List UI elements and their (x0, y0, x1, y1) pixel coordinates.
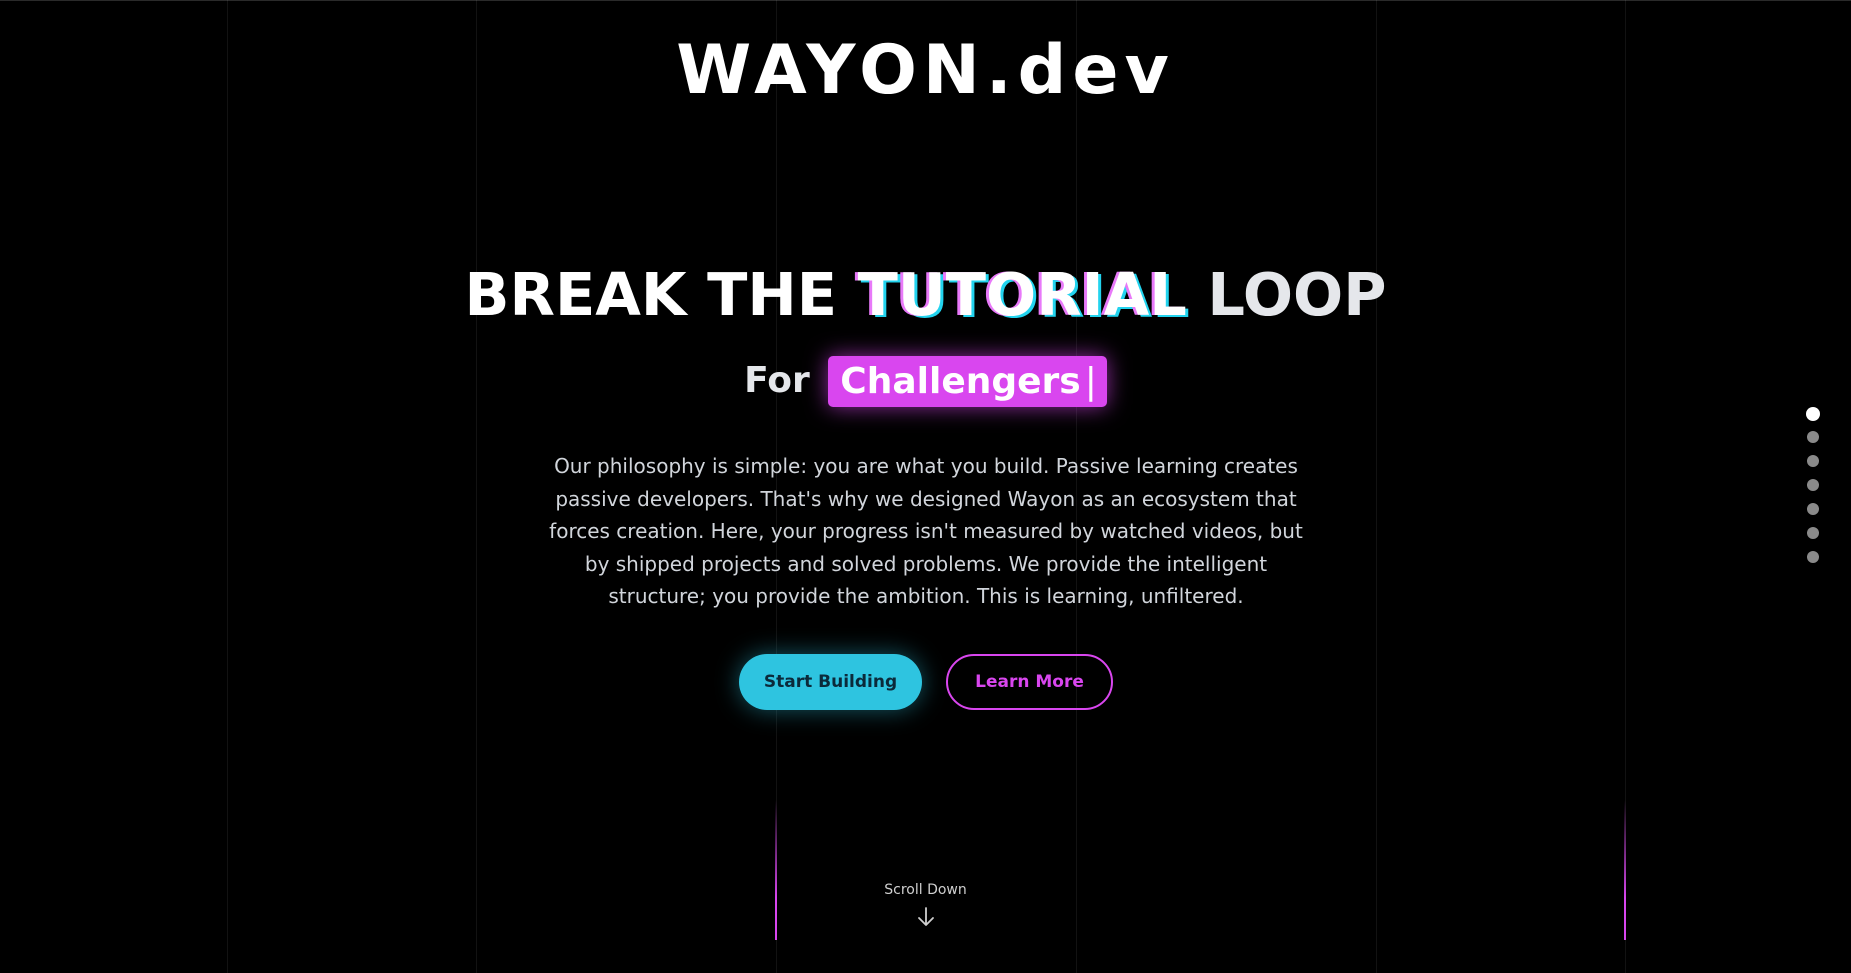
site-logo[interactable]: WAYON.dev (0, 26, 1851, 116)
scroll-down-indicator[interactable]: Scroll Down (0, 880, 1851, 928)
top-border (0, 0, 1851, 1)
section-dot-1[interactable] (1806, 407, 1820, 421)
sub-prefix: For (744, 360, 810, 401)
arrow-down-icon (917, 907, 934, 926)
grid-line (227, 0, 228, 973)
hero-page: WAYON.dev BREAK THE TUTORIAL LOOP For Ch… (0, 0, 1851, 973)
start-building-button[interactable]: Start Building (739, 654, 922, 710)
grid-line (1376, 0, 1377, 973)
typed-highlight-badge: Challengers | (828, 355, 1107, 407)
headline-part-2: LOOP (1207, 260, 1387, 329)
typed-word: Challengers (840, 360, 1081, 402)
section-nav-dots (1806, 407, 1820, 575)
grid-line (476, 0, 477, 973)
learn-more-button[interactable]: Learn More (946, 654, 1113, 710)
hero-headline: BREAK THE TUTORIAL LOOP (0, 258, 1851, 332)
section-dot-7[interactable] (1807, 551, 1819, 563)
section-dot-4[interactable] (1807, 479, 1819, 491)
headline-highlight: TUTORIAL (857, 260, 1187, 329)
hero-subheadline: For Challengers | (0, 354, 1851, 407)
section-dot-2[interactable] (1807, 431, 1819, 443)
section-dot-3[interactable] (1807, 455, 1819, 467)
typing-cursor: | (1084, 360, 1097, 402)
scroll-down-label: Scroll Down (884, 882, 967, 898)
headline-part-1: BREAK THE (464, 260, 838, 329)
philosophy-paragraph: Our philosophy is simple: you are what y… (549, 454, 1303, 608)
section-dot-5[interactable] (1807, 503, 1819, 515)
section-dot-6[interactable] (1807, 527, 1819, 539)
